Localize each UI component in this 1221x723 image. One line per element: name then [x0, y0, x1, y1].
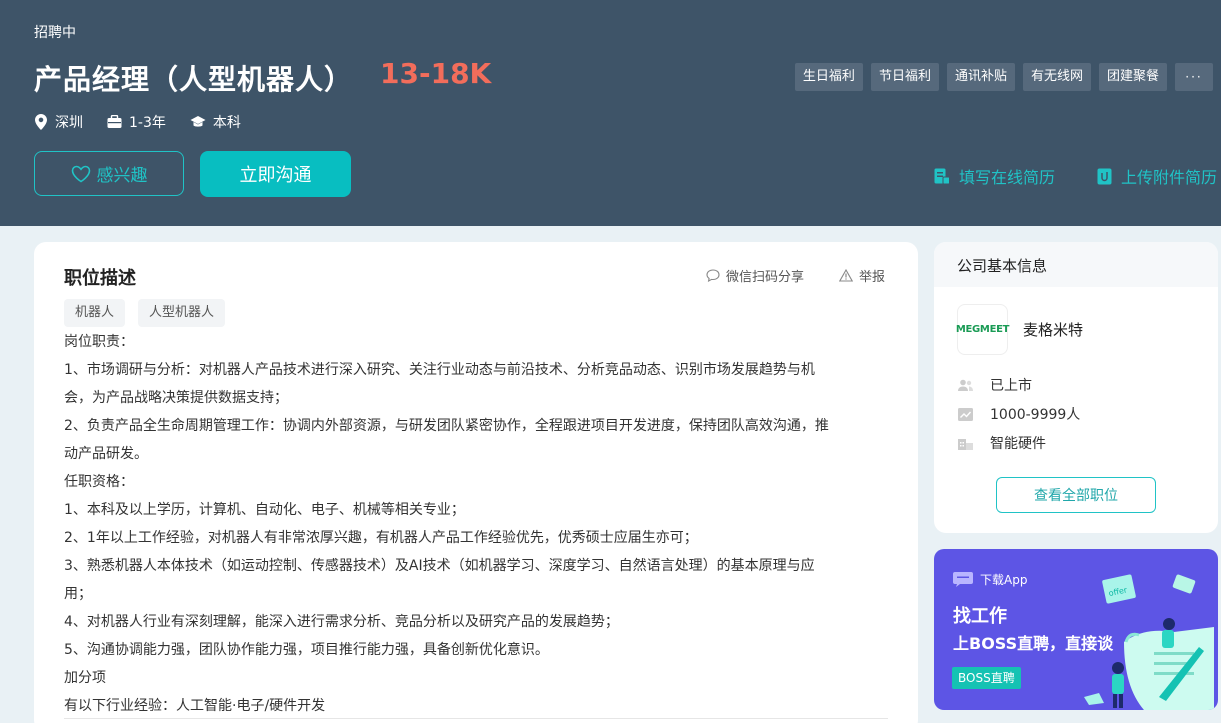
meta-city-label: 深圳	[55, 115, 83, 131]
building-icon	[958, 438, 973, 450]
interest-label: 感兴趣	[96, 166, 148, 186]
company-industry-row: 智能硬件	[958, 433, 1046, 453]
company-size-row: 1000-9999人	[958, 404, 1080, 424]
job-offer-illustration: offer	[1084, 574, 1214, 710]
upload-resume-label: 上传附件简历	[1121, 168, 1218, 187]
trend-chart-icon	[958, 407, 973, 421]
desc-line: 5、沟通协调能力强，团队协作能力强，项目推行能力强，具备创新优化意识。	[64, 642, 549, 658]
online-resume-label: 填写在线简历	[959, 168, 1056, 187]
upload-resume-link[interactable]: 上传附件简历	[1097, 164, 1217, 188]
view-all-jobs-button[interactable]: 查看全部职位	[996, 477, 1156, 513]
company-info-title: 公司基本信息	[934, 242, 1218, 287]
desc-line: 2、1年以上工作经验，对机器人有非常浓厚兴趣，有机器人产品工作经验优先，优秀硕士…	[64, 530, 698, 546]
job-description-title: 职位描述	[64, 268, 136, 289]
chat-now-button[interactable]: 立即沟通	[200, 151, 351, 197]
location-icon	[35, 114, 47, 130]
briefcase-icon	[107, 115, 122, 128]
desc-line: 动产品研发。	[64, 446, 148, 462]
company-stage: 已上市	[990, 378, 1032, 394]
desc-line: 用；	[64, 586, 92, 602]
wechat-share-button[interactable]: 微信扫码分享	[706, 266, 804, 285]
meta-degree-label: 本科	[212, 115, 241, 131]
divider	[64, 718, 888, 719]
welfare-tag: 节日福利	[870, 63, 939, 91]
company-logo[interactable]: MEGMEET	[956, 304, 1009, 355]
warning-icon	[839, 269, 853, 282]
welfare-tag: 团建聚餐	[1098, 63, 1167, 91]
desc-line: 1、本科及以上学历，计算机、自动化、电子、机械等相关专业；	[64, 502, 465, 518]
desc-line: 4、对机器人行业有深刻理解，能深入进行需求分析、竞品分析以及研究产品的发展趋势；	[64, 614, 619, 630]
app-download-card[interactable]: 下载App 找工作 上BOSS直聘，直接谈 BOSS直聘 offer	[934, 549, 1218, 710]
upload-file-icon	[1097, 168, 1112, 184]
keyword-tag: 人型机器人	[138, 299, 226, 327]
job-title: 产品经理（人型机器人）	[34, 63, 354, 96]
welfare-tags: 生日福利 节日福利 通讯补贴 有无线网 团建聚餐 ···	[794, 63, 1221, 91]
company-size: 1000-9999人	[990, 407, 1081, 423]
interest-button[interactable]: 感兴趣	[34, 151, 184, 196]
job-meta: 深圳 1-3年 本科	[34, 112, 265, 132]
welfare-tag: 生日福利	[794, 63, 863, 91]
company-name[interactable]: 麦格米特	[1023, 319, 1083, 340]
desc-line: 2、负责产品全生命周期管理工作：协调内外部资源，与研发团队紧密协作，全程跟进项目…	[64, 418, 829, 434]
people-icon	[958, 379, 973, 391]
welfare-more-button[interactable]: ···	[1175, 63, 1213, 91]
welfare-tag: 通讯补贴	[946, 63, 1015, 91]
meta-city: 深圳	[34, 112, 83, 132]
desc-line: 加分项	[64, 670, 106, 686]
desc-line: 会，为产品战略决策提供数据支持；	[64, 390, 288, 406]
boss-badge: BOSS直聘	[952, 667, 1021, 689]
wechat-share-label: 微信扫码分享	[726, 270, 805, 285]
company-info-card: 公司基本信息 MEGMEET 麦格米特 已上市 1000-9999人 智能硬件 …	[934, 242, 1218, 533]
desc-line: 任职资格：	[64, 474, 134, 490]
app-download-label: 下载App	[980, 573, 1028, 587]
meta-experience-label: 1-3年	[129, 115, 166, 131]
desc-line: 有以下行业经验：人工智能·电子/硬件开发	[64, 698, 326, 714]
company-stage-row: 已上市	[958, 375, 1032, 395]
job-salary: 13-18K	[380, 57, 492, 90]
graduation-cap-icon	[190, 116, 206, 127]
welfare-tag: 有无线网	[1022, 63, 1091, 91]
meta-experience: 1-3年	[107, 112, 166, 132]
job-status: 招聘中	[34, 25, 76, 41]
desc-line: 1、市场调研与分析：对机器人产品技术进行深入研究、关注行业动态与前沿技术、分析竞…	[64, 362, 815, 378]
company-industry: 智能硬件	[990, 436, 1046, 452]
chat-bubble-icon	[706, 269, 720, 282]
report-label: 举报	[859, 270, 886, 285]
resume-edit-icon	[934, 168, 950, 184]
meta-degree: 本科	[190, 112, 241, 132]
heart-icon	[71, 165, 90, 182]
desc-line: 岗位职责：	[64, 334, 134, 350]
keyword-tag: 机器人	[64, 299, 126, 327]
job-banner: 招聘中 产品经理（人型机器人） 13-18K 深圳 1-3年 本科 生日福利 节…	[0, 0, 1221, 226]
online-resume-link[interactable]: 填写在线简历	[934, 164, 1055, 188]
job-description-card: 职位描述 微信扫码分享 举报 机器人 人型机器人 岗位职责： 1、市场调研与分析…	[34, 242, 918, 723]
app-download-row: 下载App	[953, 571, 1027, 588]
desc-line: 3、熟悉机器人本体技术（如运动控制、传感器技术）及AI技术（如机器学习、深度学习…	[64, 558, 815, 574]
report-button[interactable]: 举报	[839, 266, 885, 285]
job-description-text: 岗位职责： 1、市场调研与分析：对机器人产品技术进行深入研究、关注行业动态与前沿…	[64, 328, 894, 720]
chat-app-icon	[953, 572, 973, 587]
app-promo-title: 找工作	[953, 606, 1007, 627]
